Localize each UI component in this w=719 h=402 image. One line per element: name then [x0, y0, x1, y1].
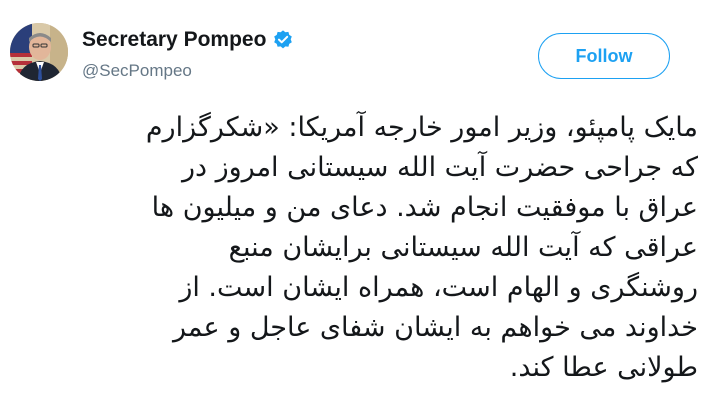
tweet-line: که جراحی حضرت آیت الله سیستانی امروز در — [181, 152, 698, 183]
tweet-text: مایک پامپئو، وزیر امور خارجه آمریکا: «شک… — [8, 108, 698, 388]
author-handle[interactable]: @SecPompeo — [82, 61, 192, 81]
follow-button[interactable]: Follow — [538, 33, 670, 79]
tweet-line: عراق با موفقیت انجام شد. دعای من و میلیو… — [151, 192, 698, 223]
tweet-card: Secretary Pompeo @SecPompeo Follow مایک … — [0, 0, 719, 402]
author-name-row: Secretary Pompeo — [82, 28, 294, 52]
tweet-line: طولانی عطا کند. — [509, 352, 698, 383]
tweet-line: خداوند می خواهم به ایشان شفای عاجل و عمر — [173, 312, 698, 343]
profile-photo-icon — [10, 23, 68, 81]
tweet-line: مایک پامپئو، وزیر امور خارجه آمریکا: «شک… — [145, 112, 698, 143]
display-name[interactable]: Secretary Pompeo — [82, 28, 266, 52]
verified-badge-icon — [272, 29, 294, 51]
tweet-line: روشنگری و الهام است، همراه ایشان است. از — [179, 272, 698, 303]
avatar[interactable] — [10, 23, 68, 81]
tweet-line: عراقی که آیت الله سیستانی برایشان منبع — [228, 232, 698, 263]
